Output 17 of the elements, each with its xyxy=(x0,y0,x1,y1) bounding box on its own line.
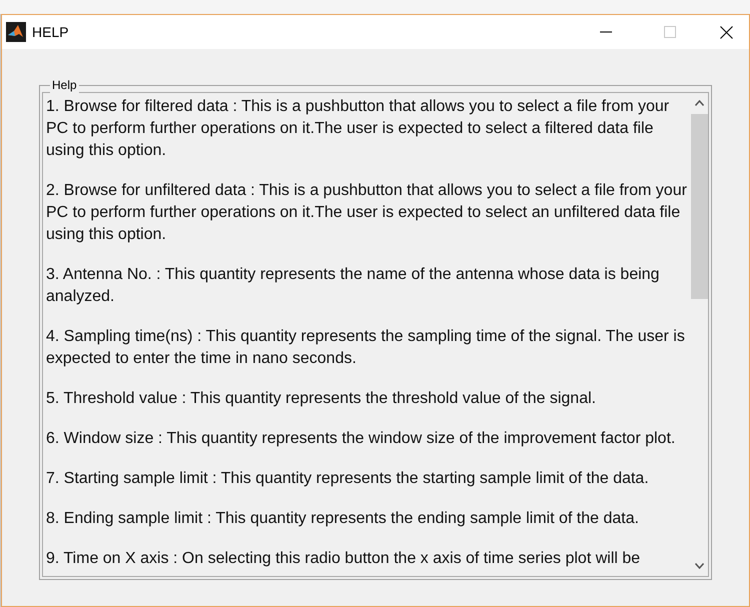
help-paragraph: 1. Browse for filtered data : This is a pushbutton that allows you to select a file from your PC to perform further operations on it.The user is expected to select a filtered data file using this option. xyxy=(46,97,670,161)
group-label: Help xyxy=(50,77,79,93)
scroll-up-icon[interactable] xyxy=(695,100,704,106)
help-paragraph: 7. Starting sample limit : This quantity represents the starting sample limit of the data. xyxy=(46,469,650,489)
scroll-thumb[interactable] xyxy=(691,114,708,299)
app-logo-icon xyxy=(6,22,26,42)
help-paragraph: 6. Window size : This quantity represents the window size of the improvement factor plot. xyxy=(46,429,676,449)
close-icon xyxy=(720,26,732,38)
help-paragraph: 8. Ending sample limit : This quantity represents the ending sample limit of the data. xyxy=(46,509,640,529)
help-paragraph: 5. Threshold value : This quantity represents the threshold value of the signal. xyxy=(46,389,597,409)
scroll-down-icon[interactable] xyxy=(695,563,704,569)
help-paragraph: 9. Time on X axis : On selecting this radio button the x axis of time series plot will be xyxy=(46,549,642,569)
help-paragraph: 4. Sampling time(ns) : This quantity represents the sampling time of the signal. The user is expected to enter the time in nano seconds. xyxy=(46,327,686,369)
window-title: HELP xyxy=(32,22,69,42)
help-paragraph: 3. Antenna No. : This quantity represents the name of the antenna whose data is being analyzed. xyxy=(46,265,660,307)
minimize-icon xyxy=(600,31,612,33)
help-paragraph: 2. Browse for unfiltered data : This is a pushbutton that allows you to select a file from your PC to perform further operations on it.The user is expected to select an unfiltered data file using this option. xyxy=(46,181,688,245)
